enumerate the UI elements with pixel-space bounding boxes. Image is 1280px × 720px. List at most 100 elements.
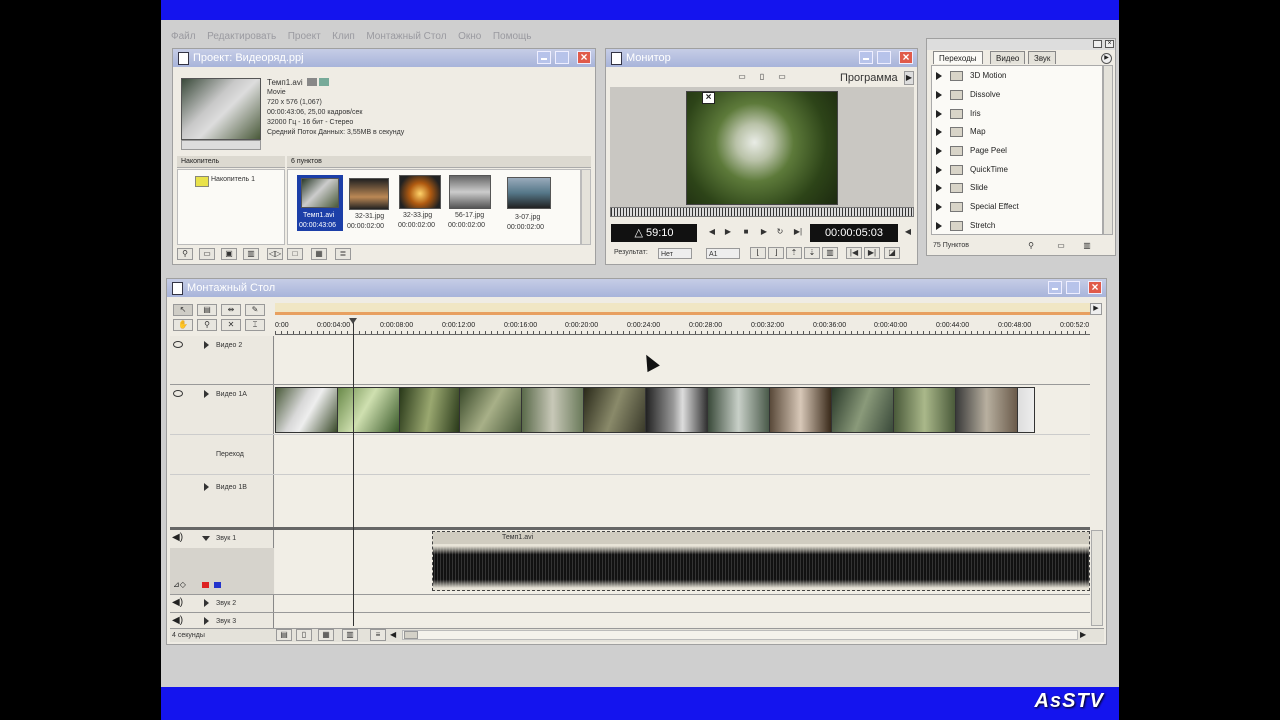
palette-close-button[interactable]: × [1105,40,1114,48]
dual-view-button[interactable]: ▯ [754,72,770,84]
close-frame-icon[interactable]: × [702,92,715,104]
ripple-edit-tool[interactable]: ⇹ [221,304,241,316]
timeline-horizontal-scrollbar[interactable] [402,630,1078,640]
step-back-button[interactable]: ◀ [704,227,720,239]
item-thumbnail[interactable] [507,177,551,209]
work-area-bar[interactable] [275,303,1090,315]
shift-tracks-button[interactable]: ≡ [370,629,386,641]
scrub-bar[interactable] [610,207,914,217]
monitor-menu-arrow-icon[interactable]: ▶ [904,71,914,85]
step-forward-button[interactable]: ▶ [720,227,736,239]
scroll-right-arrow-icon[interactable]: ▶ [1080,630,1086,639]
volume-icon[interactable]: ◀ [902,227,914,239]
maximize-button[interactable] [555,51,569,64]
zoom-level-select[interactable]: 4 секунды [172,630,272,641]
tab-audio[interactable]: Звук [1028,51,1057,64]
track-label-audio-3[interactable]: Звук 3 [216,618,236,625]
stop-button[interactable]: ■ [738,227,754,239]
new-bin-button[interactable]: ▭ [199,248,215,260]
transitions-scrollbar[interactable] [1103,65,1113,235]
speaker-icon[interactable]: ◀) [172,532,183,543]
menu-clip[interactable]: Клип [332,28,355,46]
overlay-button[interactable]: ▥ [822,247,838,259]
timecode-duration[interactable]: △ 59:10 [611,224,697,242]
palette-menu-arrow-icon[interactable]: ▶ [1101,53,1112,64]
edit-line-marker-icon[interactable] [349,318,357,324]
menu-timeline[interactable]: Монтажный Стол [366,28,446,46]
expand-icon[interactable] [936,184,942,192]
expand-icon[interactable] [936,110,942,118]
expand-icon[interactable] [936,203,942,211]
track-label-video-1b[interactable]: Видео 1В [216,484,247,491]
ruler-menu-arrow-icon[interactable]: ▶ [1090,303,1102,315]
expand-track-icon[interactable] [204,390,209,398]
delete-button[interactable]: ▥ [243,248,259,260]
expand-icon[interactable] [936,72,942,80]
item-thumbnail[interactable] [399,175,441,209]
expand-icon[interactable] [936,166,942,174]
track-label-video-1a[interactable]: Видео 1А [216,391,247,398]
icon-view-button[interactable]: □ [287,248,303,260]
new-folder-button[interactable]: ▭ [1053,241,1069,253]
razor-tool[interactable]: ✎ [245,304,265,316]
keyframe-navigation-icon[interactable]: ⊿◇ [173,580,186,589]
items-scrollbar[interactable] [581,169,591,245]
volume-rubberband-icon[interactable] [202,582,209,588]
toggle-snap-button[interactable]: ▯ [296,629,312,641]
preview-play-controls[interactable] [181,140,261,150]
minimize-button[interactable] [1048,281,1062,294]
selection-tool[interactable]: ↖ [173,304,193,316]
maximize-button[interactable] [1066,281,1080,294]
delete-transition-button[interactable]: ▥ [1079,241,1095,253]
result-select[interactable]: Нет [658,248,692,259]
horizontal-scroll-thumb[interactable] [404,631,418,639]
collapse-track-icon[interactable] [202,536,210,541]
expand-icon[interactable] [936,222,942,230]
project-titlebar[interactable]: Проект: Видеоряд.ppj × [173,49,595,67]
palette-minimize-button[interactable] [1093,40,1102,48]
mark-out-button[interactable]: ⌋ [768,247,784,259]
maximize-button[interactable] [877,51,891,64]
menu-window[interactable]: Окно [458,28,481,46]
tab-video[interactable]: Видео [990,51,1026,64]
expand-track-icon[interactable] [204,341,209,349]
find-button[interactable]: ⚲ [177,248,193,260]
next-edit-button[interactable]: ▶| [864,247,880,259]
expand-icon[interactable] [936,128,942,136]
scroll-left-arrow-icon[interactable]: ◀ [390,630,396,639]
timeline-titlebar[interactable]: Монтажный Стол × [167,279,1106,297]
close-button[interactable]: × [577,51,591,64]
minimize-button[interactable] [859,51,873,64]
speaker-icon[interactable]: ◀) [172,597,183,608]
in-out-point-tool[interactable]: ⌶ [245,319,265,331]
extract-button[interactable]: ⇣ [804,247,820,259]
previous-edit-button[interactable]: |◀ [846,247,862,259]
list-view-button[interactable]: ≣ [335,248,351,260]
eye-icon[interactable] [173,341,183,348]
edge-view-button[interactable]: ▥ [342,629,358,641]
bin-item-label[interactable]: Накопитель 1 [211,176,255,183]
play-button[interactable]: ▶ [756,227,772,239]
menu-edit[interactable]: Редактировать [207,28,276,46]
playhead-line[interactable] [353,320,354,626]
range-select-tool[interactable]: ▤ [197,304,217,316]
find-transition-button[interactable]: ⚲ [1023,241,1039,253]
close-button[interactable]: × [1088,281,1102,294]
track-label-audio-2[interactable]: Звук 2 [216,600,236,607]
expand-icon[interactable] [936,147,942,155]
track-format-button[interactable]: ▤ [276,629,292,641]
automate-button[interactable]: ◁▷ [267,248,283,260]
program-video-frame[interactable] [686,91,838,205]
timeline-vertical-scrollbar[interactable] [1091,530,1103,626]
pan-rubberband-icon[interactable] [214,582,221,588]
lift-button[interactable]: ⇡ [786,247,802,259]
tab-transitions[interactable]: Переходы [933,51,983,64]
mark-in-button[interactable]: ⌊ [750,247,766,259]
menu-help[interactable]: Помощь [493,28,532,46]
track-label-video-2[interactable]: Видео 2 [216,342,242,349]
expand-icon[interactable] [936,91,942,99]
track-label-audio-1[interactable]: Звук 1 [216,535,236,542]
zoom-tool[interactable]: ⚲ [197,319,217,331]
expand-track-icon[interactable] [204,599,209,607]
timecode-current[interactable]: 00:00:05:03 [810,224,898,242]
